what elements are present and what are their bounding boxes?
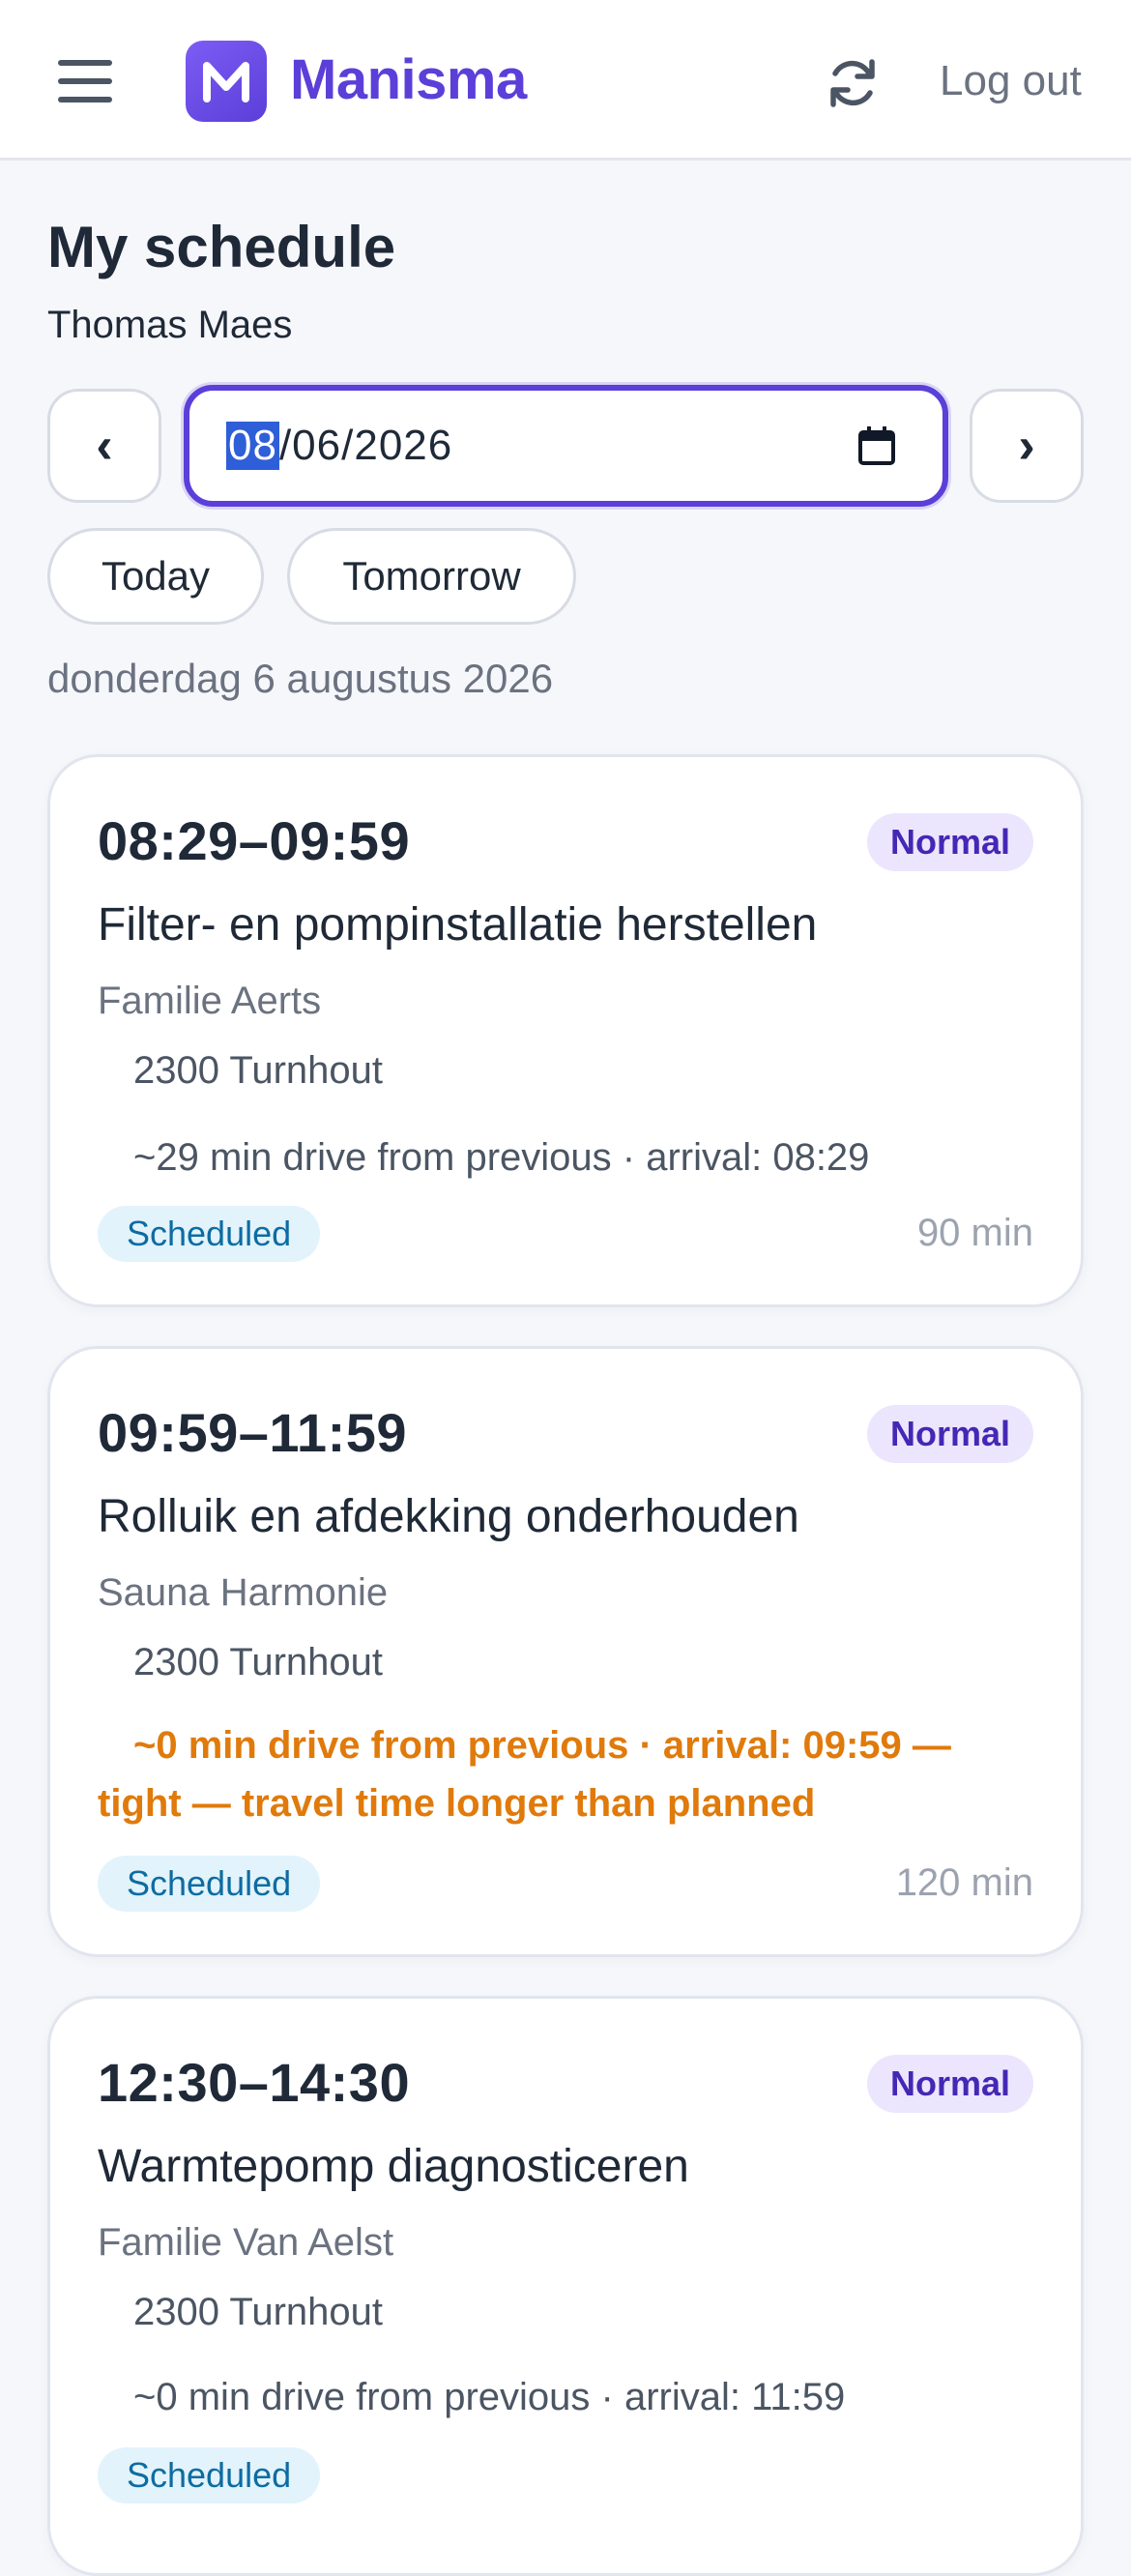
priority-badge: Normal bbox=[866, 1405, 1033, 1463]
page-title: My schedule bbox=[47, 215, 396, 279]
user-name: Thomas Maes bbox=[47, 304, 293, 346]
appointment-address: 2300 Turnhout bbox=[133, 2291, 383, 2333]
appointment-client: Familie Van Aelst bbox=[98, 2221, 394, 2264]
drive-info: ~0 min drive from previous · arrival: 11… bbox=[133, 2376, 846, 2418]
appointment-duration: 90 min bbox=[916, 1212, 1033, 1254]
next-day-button[interactable]: › bbox=[970, 389, 1084, 503]
priority-badge: Normal bbox=[866, 813, 1033, 871]
brand-logo[interactable] bbox=[186, 41, 267, 122]
logout-link[interactable]: Log out bbox=[940, 54, 1082, 108]
appointment-address: 2300 Turnhout bbox=[133, 1049, 383, 1092]
selected-date-label: donderdag 6 augustus 2026 bbox=[47, 656, 554, 701]
appointment-client: Sauna Harmonie bbox=[98, 1571, 389, 1614]
refresh-icon bbox=[830, 59, 875, 107]
appointment-time: 12:30–14:30 bbox=[98, 2052, 411, 2113]
calendar-icon[interactable] bbox=[857, 425, 896, 466]
hamburger-icon-line bbox=[58, 78, 112, 84]
appointment-card[interactable]: 08:29–09:59 Normal Filter- en pompinstal… bbox=[47, 754, 1084, 1307]
app-header: Manisma Log out bbox=[0, 0, 1131, 161]
appointment-card[interactable]: 12:30–14:30 Normal Warmtepomp diagnostic… bbox=[47, 1996, 1084, 2576]
appointment-title: Warmtepomp diagnosticeren bbox=[98, 2141, 689, 2192]
drive-info-warning: ~0 min drive from previous · arrival: 09… bbox=[98, 1724, 951, 1825]
date-input-day-segment[interactable]: 08 bbox=[226, 422, 279, 470]
previous-day-button[interactable]: ‹ bbox=[47, 389, 161, 503]
appointment-title: Filter- en pompinstallatie herstellen bbox=[98, 899, 818, 951]
brand-name[interactable]: Manisma bbox=[290, 46, 527, 114]
drive-info: ~29 min drive from previous · arrival: 0… bbox=[133, 1136, 870, 1179]
status-badge: Scheduled bbox=[98, 1856, 321, 1912]
hamburger-icon-line bbox=[58, 60, 112, 66]
appointment-duration: 120 min bbox=[895, 1861, 1033, 1904]
menu-button[interactable] bbox=[58, 50, 128, 112]
appointment-address: 2300 Turnhout bbox=[133, 1641, 383, 1683]
appointment-time: 08:29–09:59 bbox=[98, 810, 411, 871]
today-button[interactable]: Today bbox=[47, 528, 264, 625]
appointment-title: Rolluik en afdekking onderhouden bbox=[98, 1491, 799, 1542]
refresh-button[interactable] bbox=[820, 50, 885, 116]
tomorrow-button[interactable]: Tomorrow bbox=[287, 528, 576, 625]
status-badge: Scheduled bbox=[98, 1206, 321, 1262]
status-badge: Scheduled bbox=[98, 2447, 321, 2503]
appointment-card[interactable]: 09:59–11:59 Normal Rolluik en afdekking … bbox=[47, 1346, 1084, 1957]
appointment-client: Familie Aerts bbox=[98, 980, 322, 1022]
date-input[interactable]: 08/06/2026 bbox=[184, 385, 948, 507]
appointment-time: 09:59–11:59 bbox=[98, 1402, 408, 1463]
hamburger-icon-line bbox=[58, 97, 112, 102]
date-input-rest[interactable]: /06/2026 bbox=[279, 422, 452, 470]
priority-badge: Normal bbox=[866, 2055, 1033, 2113]
logo-m-icon bbox=[203, 62, 249, 102]
